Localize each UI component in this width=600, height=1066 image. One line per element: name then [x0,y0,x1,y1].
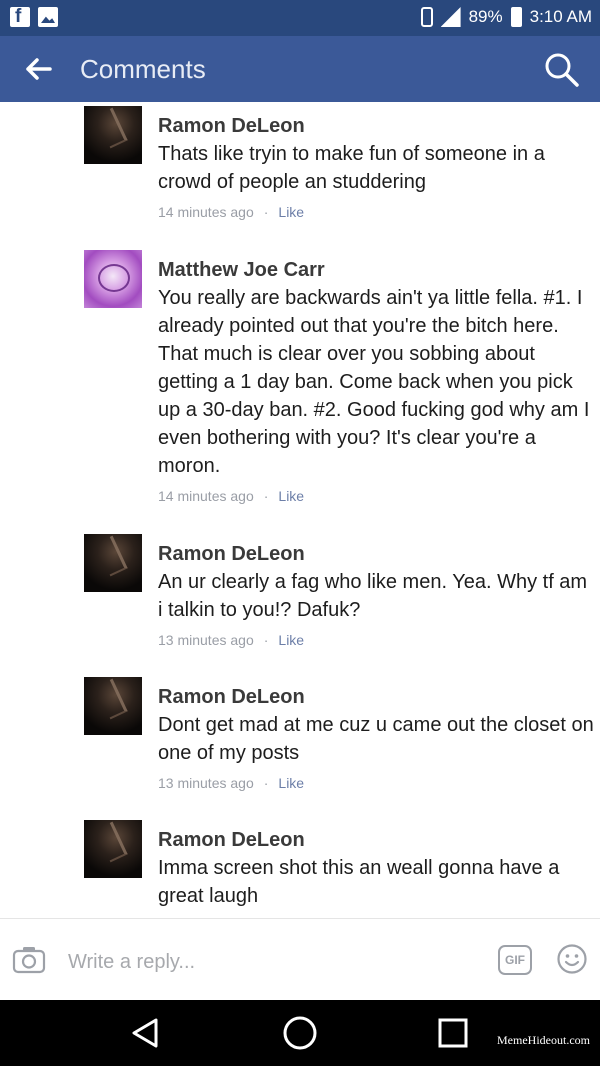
comment-time: 13 minutes ago [158,775,254,791]
avatar[interactable] [84,250,142,308]
comment: Ramon DeLeon Imma screen shot this an we… [84,820,594,910]
nav-bar: MemeHideout.com [0,1000,600,1066]
comment-time: 13 minutes ago [158,632,254,648]
comment-text: Thats like tryin to make fun of someone … [158,143,545,193]
comment-text: An ur clearly a fag who like men. Yea. W… [158,571,588,621]
comment-text: You really are backwards ain't ya little… [158,287,590,477]
comment-author[interactable]: Ramon DeLeon [158,542,594,566]
nav-recent-apps-icon[interactable] [436,1016,470,1050]
signal-icon [440,7,461,27]
comment-text: Dont get mad at me cuz u came out the cl… [158,714,594,764]
avatar[interactable] [84,677,142,735]
reply-bar: GIF [0,918,600,1001]
nav-back-icon[interactable] [128,1016,162,1050]
emoji-icon[interactable] [556,943,588,975]
search-icon[interactable] [542,50,582,90]
image-notification-icon [38,7,58,27]
comment-time: 14 minutes ago [158,204,254,220]
like-button[interactable]: Like [278,632,304,648]
like-button[interactable]: Like [278,204,304,220]
comment: Ramon DeLeon Thats like tryin to make fu… [84,106,594,220]
meta-separator: · [263,488,269,504]
meta-separator: · [263,632,269,648]
avatar[interactable] [84,820,142,878]
facebook-notification-icon [10,6,30,28]
camera-icon[interactable] [12,945,46,975]
clock: 3:10 AM [529,7,592,26]
nav-home-icon[interactable] [282,1015,318,1051]
back-arrow-icon[interactable] [22,53,54,85]
status-bar: 89% 3:10 AM [0,0,600,36]
vibrate-icon [420,7,433,27]
gif-icon[interactable]: GIF [498,945,532,975]
comment-author[interactable]: Ramon DeLeon [158,114,594,138]
comment-author[interactable]: Ramon DeLeon [158,685,594,709]
comment-text: Imma screen shot this an weall gonna hav… [158,857,560,907]
watermark: MemeHideout.com [497,1033,590,1047]
comment: Ramon DeLeon Dont get mad at me cuz u ca… [84,677,594,791]
like-button[interactable]: Like [278,775,304,791]
like-button[interactable]: Like [278,488,304,504]
reply-input[interactable] [66,945,490,979]
meta-separator: · [263,775,269,791]
avatar[interactable] [84,534,142,592]
meta-separator: · [263,204,269,220]
comment-author[interactable]: Matthew Joe Carr [158,258,594,282]
comment-time: 14 minutes ago [158,488,254,504]
battery-percent: 89% [468,7,503,26]
avatar[interactable] [84,106,142,164]
page-title: Comments [80,54,206,84]
comment: Ramon DeLeon An ur clearly a fag who lik… [84,534,594,648]
app-bar: Comments [0,36,600,102]
comment-list: Ramon DeLeon Thats like tryin to make fu… [0,102,600,918]
comment: Matthew Joe Carr You really are backward… [84,250,594,504]
battery-icon [510,7,522,27]
comment-author[interactable]: Ramon DeLeon [158,828,594,852]
